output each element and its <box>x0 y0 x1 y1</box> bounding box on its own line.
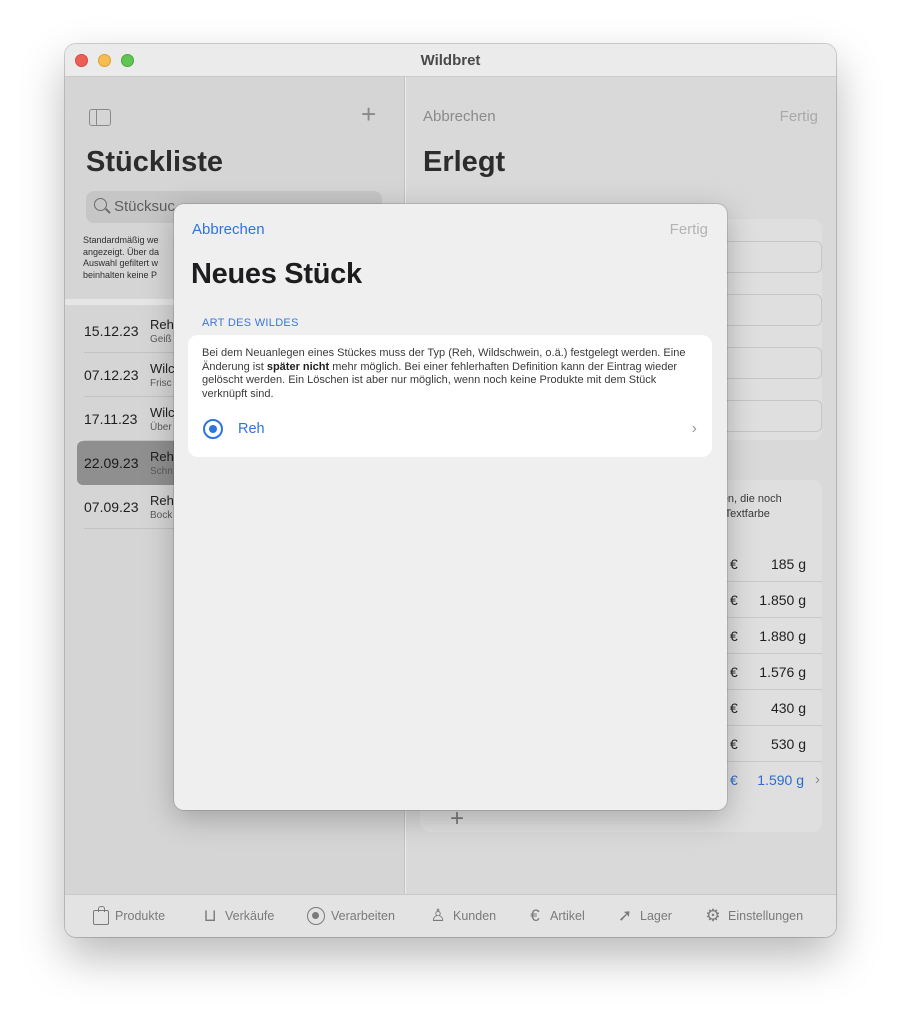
new-piece-sheet: Abbrechen Fertig Neues Stück ART DES WIL… <box>174 204 727 810</box>
search-icon <box>94 198 107 211</box>
weight-row[interactable]: €430 g <box>712 690 822 726</box>
sheet-title: Neues Stück <box>191 258 362 290</box>
hint-line: Auswahl gefiltert w <box>83 258 159 268</box>
weight-value: 1.590 g <box>757 772 804 788</box>
add-item-button[interactable]: + <box>361 99 376 130</box>
item-name: Wilc <box>150 405 175 420</box>
target-icon <box>307 907 325 925</box>
item-date: 22.09.23 <box>84 455 139 471</box>
item-date: 17.11.23 <box>84 411 138 427</box>
tab-label: Produkte <box>115 909 166 923</box>
sidebar-toggle-icon[interactable] <box>89 109 111 126</box>
tab-label: Artikel <box>550 909 585 923</box>
game-type-picker[interactable]: Reh › <box>188 413 712 445</box>
tab-label: Einstellungen <box>728 909 804 923</box>
section-header: ART DES WILDES <box>202 317 299 329</box>
currency-symbol: € <box>730 700 738 716</box>
tab-label: Lager <box>640 909 672 923</box>
item-subtitle: Schn <box>150 466 173 477</box>
hint-line: angezeigt. Über da <box>83 246 160 257</box>
weight-row[interactable]: €1.850 g <box>712 582 822 618</box>
detail-cancel-button[interactable]: Abbrechen <box>423 108 496 125</box>
item-subtitle: Bock <box>150 510 173 521</box>
weight-row[interactable]: €185 g <box>712 546 822 582</box>
tab-produkte[interactable]: Produkte <box>93 906 166 925</box>
chevron-right-icon: › <box>691 420 697 437</box>
game-type-value: Reh <box>238 421 265 437</box>
detail-input-field[interactable] <box>720 294 822 326</box>
tab-verkaeufe[interactable]: ⊔ Verkäufe <box>201 907 274 925</box>
tab-label: Kunden <box>453 909 497 923</box>
type-description: Bei dem Neuanlegen eines Stückes muss de… <box>202 347 700 401</box>
item-name: Reh <box>150 449 174 464</box>
title-bar: Wildbret <box>65 44 836 77</box>
currency-symbol: € <box>730 772 738 788</box>
weight-row-highlighted[interactable]: €1.590 g › <box>712 762 822 798</box>
item-subtitle: Über <box>150 422 172 433</box>
item-name: Wilc <box>150 361 175 376</box>
weight-row[interactable]: €1.880 g <box>712 618 822 654</box>
cancel-button[interactable]: Abbrechen <box>192 221 265 238</box>
euro-icon: € <box>530 906 540 925</box>
weight-value: 430 g <box>770 700 806 716</box>
hint-line: beinhalten keine P <box>83 269 158 280</box>
description-emphasis: später nicht <box>266 360 330 373</box>
weight-row[interactable]: €1.576 g <box>712 654 822 690</box>
weight-value: 1.850 g <box>759 592 806 608</box>
window-title: Wildbret <box>420 52 481 69</box>
target-icon <box>203 419 223 439</box>
item-name: Reh <box>150 493 174 508</box>
item-date: 15.12.23 <box>84 323 139 339</box>
item-subtitle: Geiß <box>150 334 172 345</box>
weight-value: 1.576 g <box>759 664 806 680</box>
item-date: 07.12.23 <box>84 367 139 383</box>
tab-label: Verkäufe <box>225 909 275 923</box>
item-date: 07.09.23 <box>84 499 139 515</box>
tab-lager[interactable]: ➚ Lager <box>616 907 672 925</box>
gear-icon: ⚙ <box>705 906 721 925</box>
detail-title: Erlegt <box>423 146 506 178</box>
currency-symbol: € <box>730 628 738 644</box>
done-button[interactable]: Fertig <box>670 221 708 238</box>
currency-symbol: € <box>730 664 738 680</box>
tab-label: Verarbeiten <box>331 909 395 923</box>
weight-list: €185 g €1.850 g €1.880 g €1.576 g €430 g… <box>712 546 822 798</box>
tab-verarbeiten[interactable]: Verarbeiten <box>307 907 395 925</box>
item-subtitle: Frisc <box>150 378 172 389</box>
weight-value: 530 g <box>770 736 806 752</box>
sidebar-title: Stückliste <box>86 146 223 178</box>
tab-bar: Produkte ⊔ Verkäufe Verarbeiten ♙ Kunden… <box>65 894 836 937</box>
game-type-card: Bei dem Neuanlegen eines Stückes muss de… <box>188 335 712 457</box>
person-icon: ♙ <box>430 906 446 925</box>
location-icon: ➚ <box>617 906 633 925</box>
weight-value: 1.880 g <box>759 628 806 644</box>
currency-symbol: € <box>730 592 738 608</box>
tab-einstellungen[interactable]: ⚙ Einstellungen <box>704 907 803 925</box>
hint-line: Standardmäßig we <box>83 235 159 245</box>
chevron-right-icon: › <box>815 771 820 788</box>
bag-icon <box>93 906 109 925</box>
detail-done-button[interactable]: Fertig <box>780 108 818 125</box>
weight-row[interactable]: €530 g <box>712 726 822 762</box>
cart-icon: ⊔ <box>203 906 217 925</box>
item-name: Reh <box>150 317 174 332</box>
filter-hint: Standardmäßig we angezeigt. Über da Ausw… <box>83 235 173 281</box>
weight-value: 185 g <box>770 556 806 572</box>
detail-input-field[interactable] <box>720 347 822 379</box>
tab-kunden[interactable]: ♙ Kunden <box>429 907 496 925</box>
tab-artikel[interactable]: € Artikel <box>526 906 585 925</box>
currency-symbol: € <box>730 736 738 752</box>
search-placeholder: Stücksuc <box>114 198 175 215</box>
detail-input-field[interactable] <box>720 241 822 273</box>
currency-symbol: € <box>730 556 738 572</box>
detail-input-field[interactable] <box>720 400 822 432</box>
